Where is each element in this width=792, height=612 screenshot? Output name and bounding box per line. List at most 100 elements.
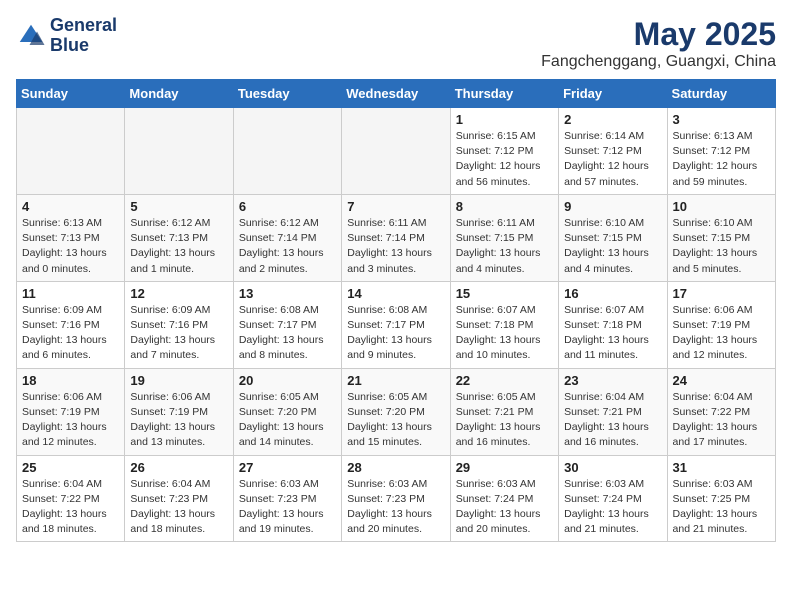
day-number: 30	[564, 460, 661, 475]
day-info: Sunrise: 6:10 AM Sunset: 7:15 PM Dayligh…	[564, 216, 661, 277]
day-number: 8	[456, 199, 553, 214]
calendar-cell: 11 Sunrise: 6:09 AM Sunset: 7:16 PM Dayli…	[17, 281, 125, 368]
calendar-cell: 13Sunrise: 6:08 AM Sunset: 7:17 PM Dayli…	[233, 281, 341, 368]
calendar-cell: 30 Sunrise: 6:03 AM Sunset: 7:24 PM Dayli…	[559, 455, 667, 542]
calendar-cell: 5Sunrise: 6:12 AM Sunset: 7:13 PM Daylig…	[125, 194, 233, 281]
calendar-week-row: 25 Sunrise: 6:04 AM Sunset: 7:22 PM Dayli…	[17, 455, 776, 542]
calendar-cell: 12 Sunrise: 6:09 AM Sunset: 7:16 PM Dayli…	[125, 281, 233, 368]
day-number: 28	[347, 460, 444, 475]
calendar-cell: 14 Sunrise: 6:08 AM Sunset: 7:17 PM Dayli…	[342, 281, 450, 368]
day-number: 31	[673, 460, 770, 475]
day-info: Sunrise: 6:13 AM Sunset: 7:13 PM Dayligh…	[22, 216, 119, 277]
calendar-cell: 20Sunrise: 6:05 AM Sunset: 7:20 PM Dayli…	[233, 368, 341, 455]
day-number: 22	[456, 373, 553, 388]
calendar-week-row: 18 Sunrise: 6:06 AM Sunset: 7:19 PM Dayli…	[17, 368, 776, 455]
day-number: 2	[564, 112, 661, 127]
day-info: Sunrise: 6:06 AM Sunset: 7:19 PM Dayligh…	[673, 303, 770, 364]
day-number: 11	[22, 286, 119, 301]
weekday-header: Thursday	[450, 80, 558, 108]
day-info: Sunrise: 6:09 AM Sunset: 7:16 PM Dayligh…	[22, 303, 119, 364]
calendar-cell: 6 Sunrise: 6:12 AM Sunset: 7:14 PM Daylig…	[233, 194, 341, 281]
logo-icon	[16, 21, 46, 51]
weekday-header: Friday	[559, 80, 667, 108]
day-number: 6	[239, 199, 336, 214]
day-number: 12	[130, 286, 227, 301]
day-info: Sunrise: 6:12 AM Sunset: 7:14 PM Dayligh…	[239, 216, 336, 277]
day-number: 18	[22, 373, 119, 388]
calendar-cell: 31Sunrise: 6:03 AM Sunset: 7:25 PM Dayli…	[667, 455, 775, 542]
day-number: 7	[347, 199, 444, 214]
day-number: 3	[673, 112, 770, 127]
day-number: 5	[130, 199, 227, 214]
day-info: Sunrise: 6:10 AM Sunset: 7:15 PM Dayligh…	[673, 216, 770, 277]
day-info: Sunrise: 6:05 AM Sunset: 7:20 PM Dayligh…	[347, 390, 444, 451]
weekday-header: Tuesday	[233, 80, 341, 108]
calendar-cell	[233, 108, 341, 195]
calendar-cell: 25 Sunrise: 6:04 AM Sunset: 7:22 PM Dayli…	[17, 455, 125, 542]
calendar-cell: 16 Sunrise: 6:07 AM Sunset: 7:18 PM Dayli…	[559, 281, 667, 368]
day-info: Sunrise: 6:07 AM Sunset: 7:18 PM Dayligh…	[564, 303, 661, 364]
day-info: Sunrise: 6:05 AM Sunset: 7:20 PM Dayligh…	[239, 390, 336, 451]
calendar-cell: 15 Sunrise: 6:07 AM Sunset: 7:18 PM Dayli…	[450, 281, 558, 368]
month-title: May 2025	[541, 16, 776, 53]
calendar-table: SundayMondayTuesdayWednesdayThursdayFrid…	[16, 79, 776, 542]
calendar-cell: 23Sunrise: 6:04 AM Sunset: 7:21 PM Dayli…	[559, 368, 667, 455]
calendar-cell	[125, 108, 233, 195]
calendar-cell: 10 Sunrise: 6:10 AM Sunset: 7:15 PM Dayli…	[667, 194, 775, 281]
calendar-cell: 19 Sunrise: 6:06 AM Sunset: 7:19 PM Dayli…	[125, 368, 233, 455]
day-info: Sunrise: 6:11 AM Sunset: 7:15 PM Dayligh…	[456, 216, 553, 277]
calendar-cell: 1 Sunrise: 6:15 AM Sunset: 7:12 PM Daylig…	[450, 108, 558, 195]
day-info: Sunrise: 6:13 AM Sunset: 7:12 PM Dayligh…	[673, 129, 770, 190]
calendar-cell: 28 Sunrise: 6:03 AM Sunset: 7:23 PM Dayli…	[342, 455, 450, 542]
day-info: Sunrise: 6:04 AM Sunset: 7:21 PM Dayligh…	[564, 390, 661, 451]
location-title: Fangchenggang, Guangxi, China	[541, 53, 776, 71]
page-header: General Blue May 2025 Fangchenggang, Gua…	[16, 16, 776, 71]
calendar-header-row: SundayMondayTuesdayWednesdayThursdayFrid…	[17, 80, 776, 108]
weekday-header: Monday	[125, 80, 233, 108]
calendar-cell: 21 Sunrise: 6:05 AM Sunset: 7:20 PM Dayli…	[342, 368, 450, 455]
day-info: Sunrise: 6:04 AM Sunset: 7:22 PM Dayligh…	[22, 477, 119, 538]
logo: General Blue	[16, 16, 117, 56]
day-number: 16	[564, 286, 661, 301]
calendar-cell: 18 Sunrise: 6:06 AM Sunset: 7:19 PM Dayli…	[17, 368, 125, 455]
calendar-cell	[17, 108, 125, 195]
day-info: Sunrise: 6:03 AM Sunset: 7:24 PM Dayligh…	[564, 477, 661, 538]
weekday-header: Saturday	[667, 80, 775, 108]
day-number: 1	[456, 112, 553, 127]
day-number: 10	[673, 199, 770, 214]
calendar-cell	[342, 108, 450, 195]
day-info: Sunrise: 6:08 AM Sunset: 7:17 PM Dayligh…	[347, 303, 444, 364]
day-number: 14	[347, 286, 444, 301]
day-info: Sunrise: 6:03 AM Sunset: 7:23 PM Dayligh…	[347, 477, 444, 538]
day-info: Sunrise: 6:03 AM Sunset: 7:24 PM Dayligh…	[456, 477, 553, 538]
day-info: Sunrise: 6:04 AM Sunset: 7:22 PM Dayligh…	[673, 390, 770, 451]
day-info: Sunrise: 6:05 AM Sunset: 7:21 PM Dayligh…	[456, 390, 553, 451]
calendar-week-row: 1 Sunrise: 6:15 AM Sunset: 7:12 PM Daylig…	[17, 108, 776, 195]
calendar-cell: 24Sunrise: 6:04 AM Sunset: 7:22 PM Dayli…	[667, 368, 775, 455]
day-number: 4	[22, 199, 119, 214]
calendar-cell: 29Sunrise: 6:03 AM Sunset: 7:24 PM Dayli…	[450, 455, 558, 542]
day-info: Sunrise: 6:06 AM Sunset: 7:19 PM Dayligh…	[22, 390, 119, 451]
day-info: Sunrise: 6:03 AM Sunset: 7:23 PM Dayligh…	[239, 477, 336, 538]
calendar-cell: 3 Sunrise: 6:13 AM Sunset: 7:12 PM Daylig…	[667, 108, 775, 195]
day-info: Sunrise: 6:09 AM Sunset: 7:16 PM Dayligh…	[130, 303, 227, 364]
day-info: Sunrise: 6:14 AM Sunset: 7:12 PM Dayligh…	[564, 129, 661, 190]
day-number: 19	[130, 373, 227, 388]
calendar-cell: 8 Sunrise: 6:11 AM Sunset: 7:15 PM Daylig…	[450, 194, 558, 281]
day-number: 21	[347, 373, 444, 388]
day-number: 15	[456, 286, 553, 301]
weekday-header: Wednesday	[342, 80, 450, 108]
day-info: Sunrise: 6:07 AM Sunset: 7:18 PM Dayligh…	[456, 303, 553, 364]
day-info: Sunrise: 6:15 AM Sunset: 7:12 PM Dayligh…	[456, 129, 553, 190]
calendar-cell: 17Sunrise: 6:06 AM Sunset: 7:19 PM Dayli…	[667, 281, 775, 368]
day-number: 13	[239, 286, 336, 301]
calendar-cell: 27 Sunrise: 6:03 AM Sunset: 7:23 PM Dayli…	[233, 455, 341, 542]
day-number: 27	[239, 460, 336, 475]
calendar-week-row: 4 Sunrise: 6:13 AM Sunset: 7:13 PM Daylig…	[17, 194, 776, 281]
calendar-cell: 2 Sunrise: 6:14 AM Sunset: 7:12 PM Daylig…	[559, 108, 667, 195]
day-info: Sunrise: 6:06 AM Sunset: 7:19 PM Dayligh…	[130, 390, 227, 451]
day-number: 26	[130, 460, 227, 475]
day-number: 9	[564, 199, 661, 214]
calendar-cell: 9 Sunrise: 6:10 AM Sunset: 7:15 PM Daylig…	[559, 194, 667, 281]
day-number: 25	[22, 460, 119, 475]
